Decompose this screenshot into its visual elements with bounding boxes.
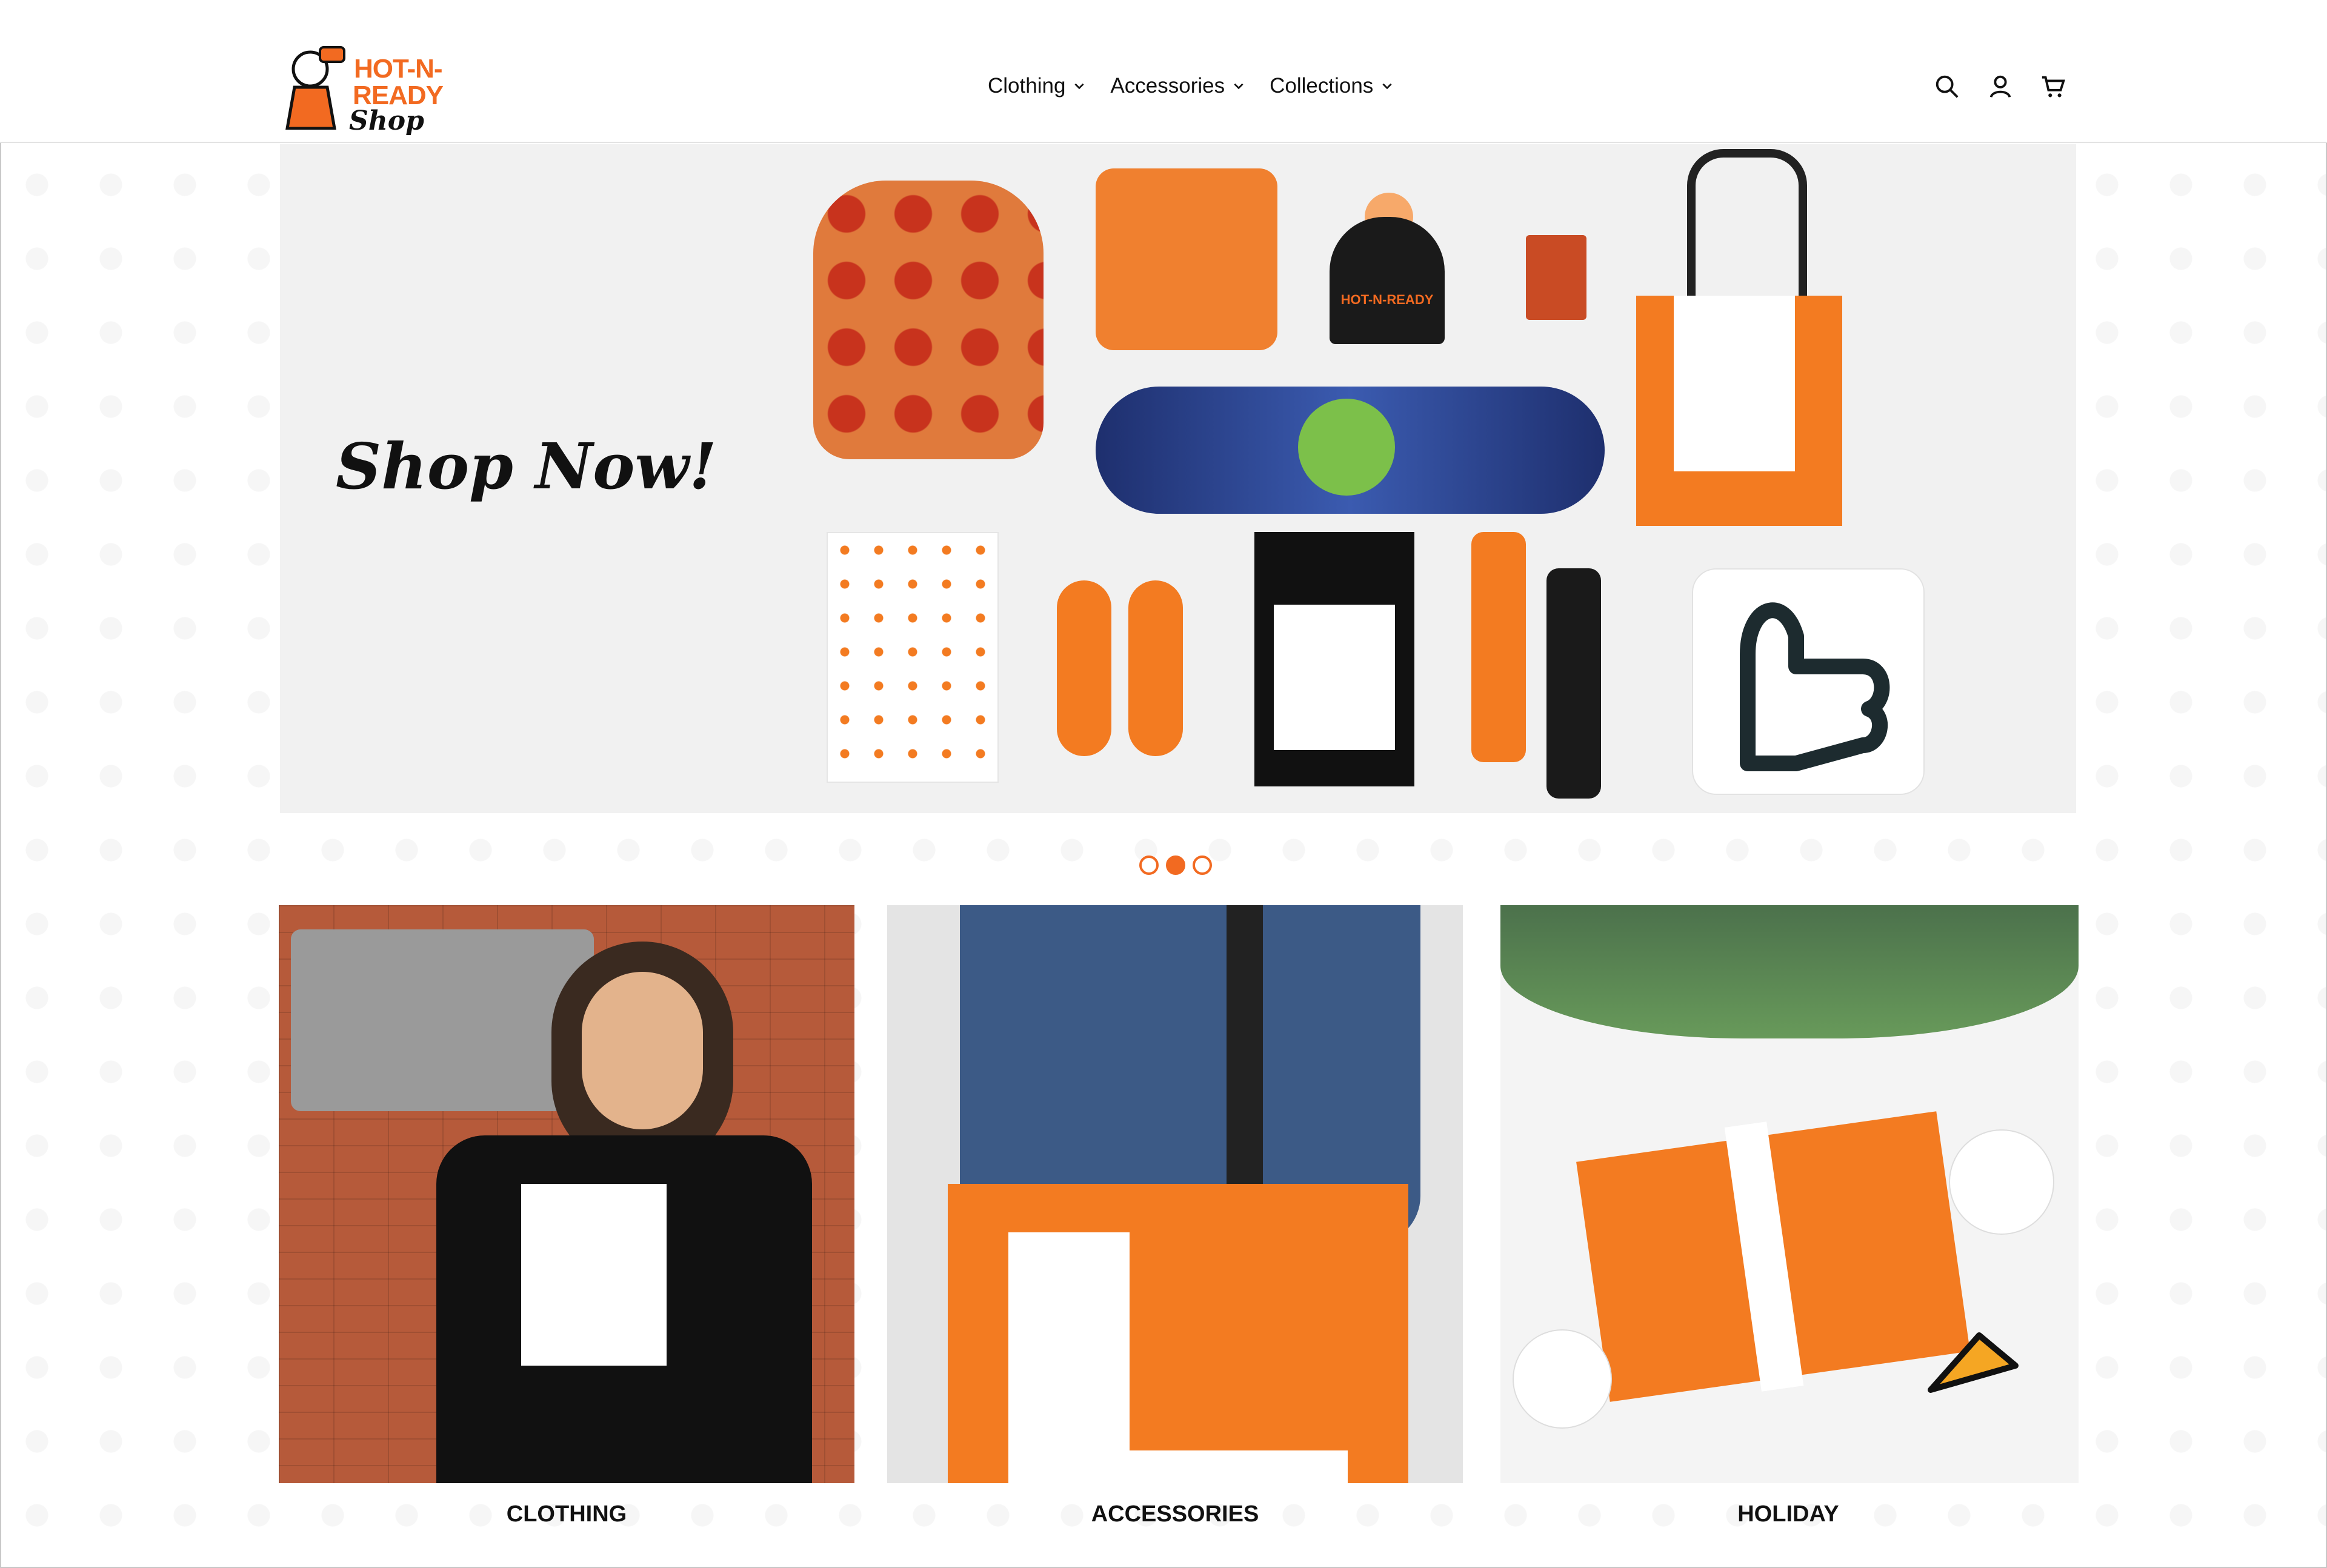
tote-strap-image: [1687, 149, 1807, 315]
logo-text-hot-n: HOT-N-: [354, 54, 443, 84]
hero-banner[interactable]: Shop Now! HOT-N-READY: [280, 144, 2076, 813]
chevron-down-icon: [1234, 83, 1243, 90]
thumbs-up-icon: [1740, 602, 1890, 771]
beanie-image: HOT-N-READY: [1330, 217, 1445, 344]
category-label-holiday[interactable]: HOLIDAY: [1500, 1501, 2076, 1527]
sock-orange-image: [1471, 532, 1526, 762]
peace-hand-graphic-image: [1274, 605, 1395, 750]
sock-black-image: [1546, 568, 1601, 799]
pizza-slice-ornament-icon: [1928, 1332, 2019, 1393]
tote-strap-image: [1227, 905, 1263, 1208]
beanie-label: HOT-N-READY: [1340, 292, 1434, 307]
boombox-image: [291, 929, 594, 1111]
mascot-pillow-image: [1096, 168, 1277, 350]
chevron-down-icon: [1382, 83, 1392, 90]
brand-logo[interactable]: HOT-N- READY Shop: [281, 45, 457, 136]
pine-branches-image: [1500, 905, 2079, 1038]
clothing-category-image[interactable]: [279, 905, 854, 1483]
alien-graphic-image: [1298, 399, 1395, 496]
category-label-accessories[interactable]: ACCESSORIES: [887, 1501, 1463, 1527]
tote-logo-cutout: [1130, 1232, 1348, 1450]
chevron-down-icon: [1074, 83, 1084, 90]
slip-on-shoe-right-image: [1128, 580, 1183, 756]
nav-clothing[interactable]: Clothing: [988, 74, 1086, 98]
carousel-dot-1[interactable]: [1139, 855, 1159, 875]
hero-headline: Shop Now!: [336, 429, 717, 503]
main-nav: Clothing Accessories Collections: [988, 74, 1394, 98]
logo-text-shop: Shop: [349, 105, 424, 136]
pepperoni-backpack-image: [813, 181, 1044, 459]
account-icon[interactable]: [1986, 73, 2014, 101]
search-icon[interactable]: [1933, 73, 1961, 101]
nav-accessories[interactable]: Accessories: [1110, 74, 1245, 98]
cart-icon[interactable]: [2040, 73, 2068, 101]
tote-logo-image: [1674, 296, 1795, 471]
header-icons: [1933, 73, 2068, 101]
holiday-category-image[interactable]: [1500, 905, 2079, 1483]
accessories-category-image[interactable]: [887, 905, 1463, 1483]
carousel-dots: [1139, 855, 1212, 875]
nav-clothing-label: Clothing: [988, 74, 1066, 98]
nav-accessories-label: Accessories: [1110, 74, 1225, 98]
carousel-dot-2[interactable]: [1166, 855, 1185, 875]
nav-collections-label: Collections: [1270, 74, 1374, 98]
site-header: HOT-N- READY Shop Clothing Accessories C…: [0, 0, 2327, 143]
person-face-image: [582, 972, 703, 1129]
ornament-mascot-image: [1949, 1129, 2054, 1235]
peace-hand-graphic-image: [521, 1184, 667, 1366]
nav-collections[interactable]: Collections: [1270, 74, 1394, 98]
ornament-snowman-image: [1513, 1329, 1612, 1429]
notebook-image: [1526, 235, 1586, 320]
carousel-dot-3[interactable]: [1193, 855, 1212, 875]
category-label-clothing[interactable]: CLOTHING: [279, 1501, 854, 1527]
mascot-icon: [285, 46, 345, 130]
slip-on-shoe-left-image: [1057, 580, 1111, 756]
pizza-shirt-image: [827, 532, 999, 783]
thumbs-up-pillow-image: [1692, 568, 1925, 795]
